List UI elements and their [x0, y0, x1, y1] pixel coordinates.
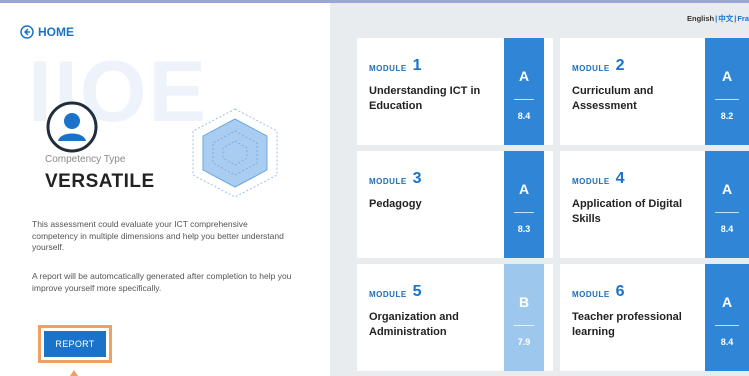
- module-word: MODULE: [572, 177, 610, 186]
- grade-block: A 8.2: [705, 38, 749, 145]
- module-number: 3: [412, 170, 422, 187]
- module-card-1[interactable]: MODULE 1 Understanding ICT in Education A…: [357, 38, 553, 145]
- grade-block: A 8.4: [705, 264, 749, 371]
- module-title: Teacher professional learning: [572, 311, 682, 338]
- grade-block: A 8.3: [504, 151, 544, 258]
- report-button[interactable]: REPORT: [44, 331, 106, 357]
- back-arrow-icon: [20, 25, 34, 39]
- grade-letter: A: [518, 68, 530, 84]
- grade-block: A 8.4: [705, 151, 749, 258]
- avatar-icon: [46, 101, 98, 153]
- module-number: 5: [412, 283, 422, 300]
- module-number: 1: [412, 57, 422, 74]
- module-number: 6: [615, 283, 625, 300]
- grade-score: 8.4: [720, 224, 734, 234]
- module-card-5[interactable]: MODULE 5 Organization and Administration …: [357, 264, 553, 371]
- module-word: MODULE: [572, 64, 610, 73]
- home-label: HOME: [38, 25, 74, 39]
- grade-letter: A: [721, 294, 733, 310]
- competency-type-value: VERSATILE: [45, 171, 155, 192]
- report-highlight: REPORT: [38, 325, 112, 363]
- module-title: Application of Digital Skills: [572, 198, 682, 225]
- module-word: MODULE: [369, 64, 407, 73]
- grade-letter: A: [721, 68, 733, 84]
- module-title: Curriculum and Assessment: [572, 85, 654, 112]
- grade-block: A 8.4: [504, 38, 544, 145]
- grade-score: 8.2: [720, 111, 734, 121]
- language-chinese[interactable]: 中文: [718, 14, 733, 23]
- grade-score: 7.9: [517, 337, 531, 347]
- competency-type-label: Competency Type: [45, 154, 126, 165]
- module-word: MODULE: [369, 290, 407, 299]
- module-title: Organization and Administration: [369, 311, 459, 338]
- module-word: MODULE: [369, 177, 407, 186]
- module-title: Understanding ICT in Education: [369, 85, 481, 112]
- module-number: 2: [615, 57, 625, 74]
- grade-letter: A: [721, 181, 733, 197]
- grade-score: 8.4: [517, 111, 531, 121]
- home-link[interactable]: HOME: [20, 25, 74, 39]
- app-frame: IIOE HOME Competency Type VERSATILE This…: [0, 0, 749, 376]
- profile-panel: IIOE HOME Competency Type VERSATILE This…: [0, 3, 330, 376]
- grade-letter: A: [518, 181, 530, 197]
- module-title: Pedagogy: [369, 198, 422, 210]
- module-card-4[interactable]: MODULE 4 Application of Digital Skills A …: [560, 151, 749, 258]
- grade-letter: B: [518, 294, 530, 310]
- description-paragraph-1: This assessment could evaluate your ICT …: [32, 219, 284, 252]
- module-word: MODULE: [572, 290, 610, 299]
- language-french[interactable]: Fra: [737, 14, 749, 23]
- radar-hexagon-icon: [192, 108, 278, 198]
- module-card-6[interactable]: MODULE 6 Teacher professional learning A …: [560, 264, 749, 371]
- description-paragraph-2: A report will be automcatically generate…: [32, 271, 292, 293]
- grade-score: 8.4: [720, 337, 734, 347]
- module-number: 4: [615, 170, 625, 187]
- module-card-2[interactable]: MODULE 2 Curriculum and Assessment A 8.2: [560, 38, 749, 145]
- grade-score: 8.3: [517, 224, 531, 234]
- language-switcher: English|中文|Fra: [687, 14, 749, 23]
- grade-block: B 7.9: [504, 264, 544, 371]
- language-english[interactable]: English: [687, 14, 714, 23]
- modules-panel: English|中文|Fra MODULE 1 Understanding ICT…: [330, 3, 749, 376]
- pointer-arrow-icon: [68, 370, 80, 376]
- module-card-3[interactable]: MODULE 3 Pedagogy A 8.3: [357, 151, 553, 258]
